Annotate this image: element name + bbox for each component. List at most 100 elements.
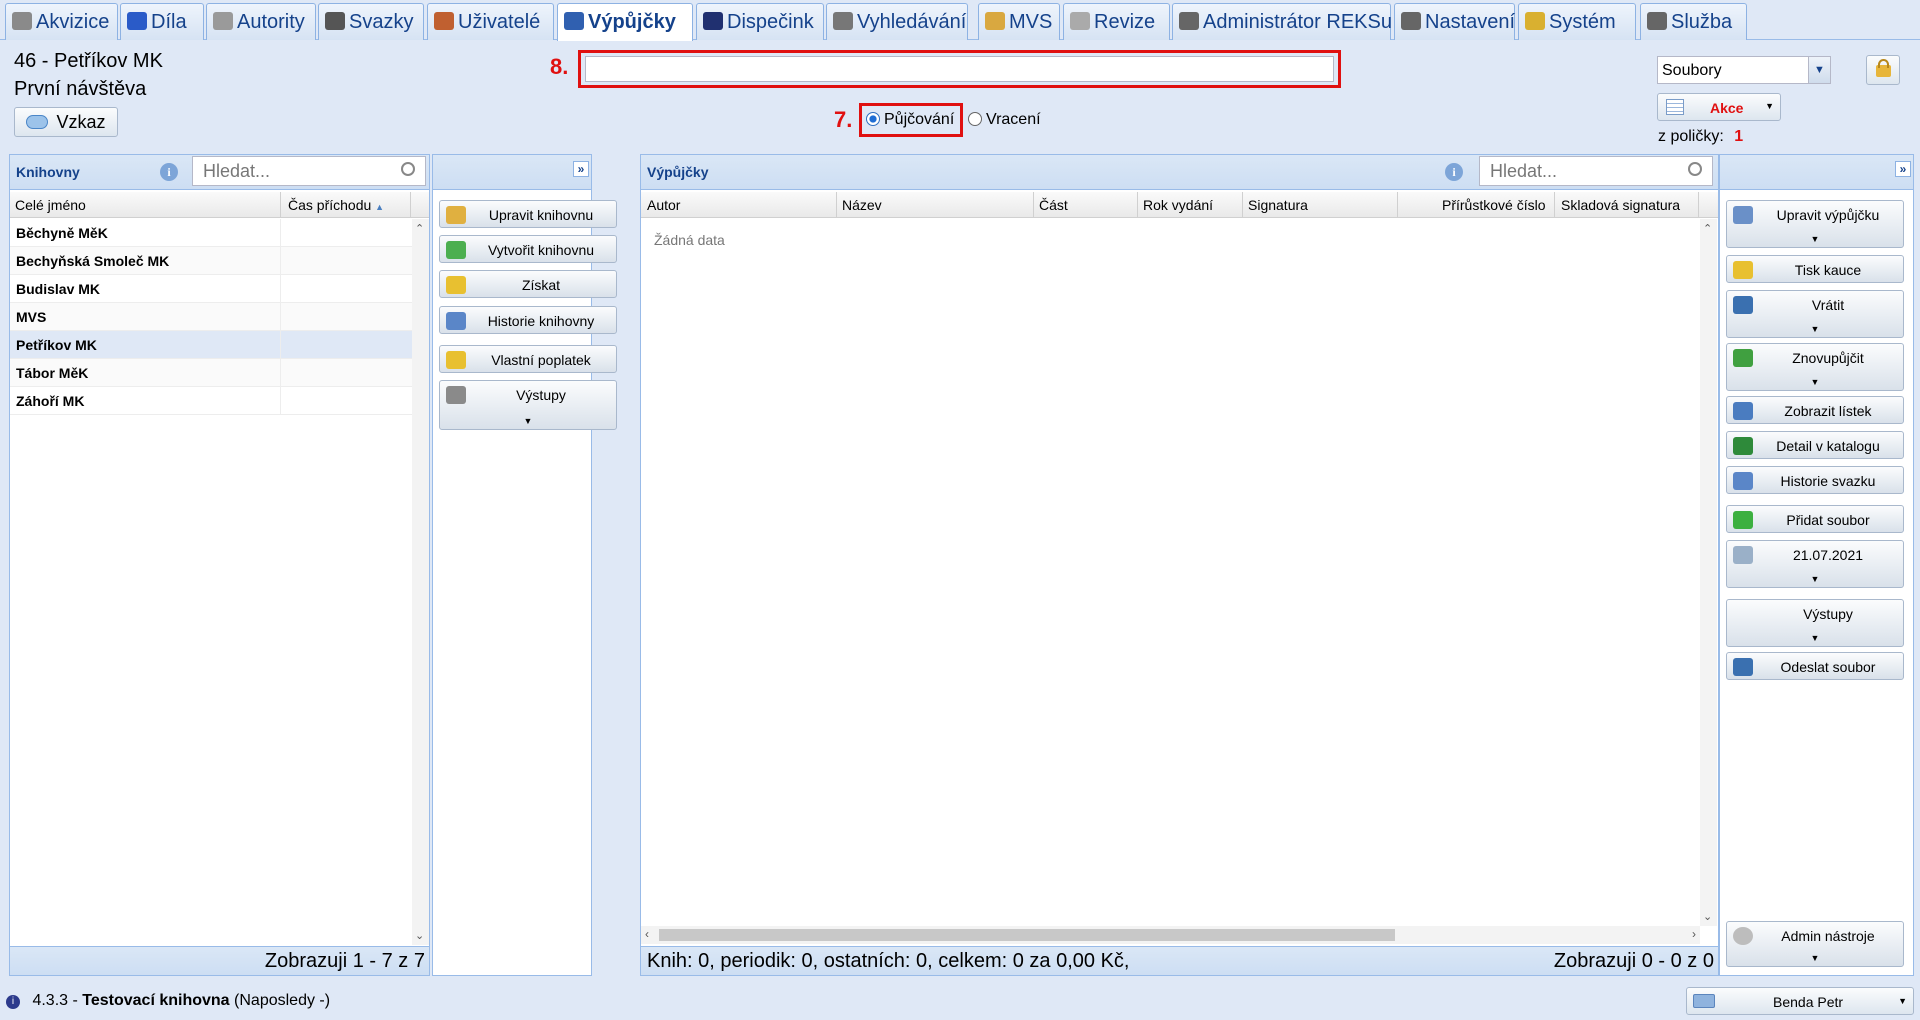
search-icon[interactable] <box>401 162 415 176</box>
library-row[interactable]: Běchyně MěK <box>10 219 412 247</box>
tab-nastavení[interactable]: Nastavení <box>1394 3 1515 40</box>
column-header[interactable]: Rok vydání <box>1143 197 1213 213</box>
vlastní-poplatek-button[interactable]: Vlastní poplatek <box>439 345 617 373</box>
plus-circle-icon <box>446 241 466 259</box>
tab-vyhledávání[interactable]: Vyhledávání <box>826 3 968 40</box>
historie-knihovny-button[interactable]: Historie knihovny <box>439 306 617 334</box>
library-row[interactable]: Bechyňská Smoleč MK <box>10 247 412 275</box>
tab-revize[interactable]: Revize <box>1063 3 1170 40</box>
tab-label: Revize <box>1094 11 1156 33</box>
scroll-right-icon[interactable]: › <box>1692 927 1696 941</box>
výstupy-button[interactable]: Výstupy ▼ <box>439 380 617 430</box>
odeslat-soubor-button[interactable]: Odeslat soubor <box>1726 652 1904 680</box>
tab-díla[interactable]: Díla <box>120 3 204 40</box>
scroll-down-icon[interactable]: ⌄ <box>1703 910 1712 923</box>
barcode-input[interactable] <box>585 56 1334 82</box>
collapse-right-icon[interactable]: » <box>573 161 589 177</box>
button-label: Přidat soubor <box>1786 512 1870 528</box>
button-label: Historie svazku <box>1780 473 1876 489</box>
hscroll-thumb[interactable] <box>659 929 1395 941</box>
tab-výpůjčky[interactable]: Výpůjčky <box>557 3 693 41</box>
card-icon <box>213 12 233 30</box>
button-label: 21.07.2021 <box>1792 547 1864 563</box>
libraries-search-placeholder: Hledat... <box>203 161 271 181</box>
tab-služba[interactable]: Služba <box>1640 3 1747 40</box>
column-arrival-time[interactable]: Čas příchodu ▲ <box>288 197 384 213</box>
scroll-left-icon[interactable]: ‹ <box>645 927 649 941</box>
chevron-down-icon: ▼ <box>1898 996 1907 1006</box>
actions-button-label: Akce <box>1710 100 1744 116</box>
library-row[interactable]: Budislav MK <box>10 275 412 303</box>
files-select[interactable]: Soubory ▼ <box>1657 56 1831 84</box>
tab-administrátor reksu[interactable]: Administrátor REKSu <box>1172 3 1392 40</box>
upravit-výpůjčku-button[interactable]: Upravit výpůjčku ▼ <box>1726 200 1904 248</box>
speech-bubble-icon <box>26 115 49 129</box>
annotation-8: 8. <box>550 54 569 79</box>
historie-svazku-button[interactable]: Historie svazku <box>1726 466 1904 494</box>
tab-systém[interactable]: Systém <box>1518 3 1636 40</box>
přidat-soubor-button[interactable]: Přidat soubor <box>1726 505 1904 533</box>
libraries-search-input[interactable]: Hledat... <box>192 156 426 186</box>
info-icon[interactable]: i <box>1445 163 1463 181</box>
search-icon[interactable] <box>1688 162 1702 176</box>
loans-search-input[interactable]: Hledat... <box>1479 156 1713 186</box>
detail-v-katalogu-button[interactable]: Detail v katalogu <box>1726 431 1904 459</box>
tab-svazky[interactable]: Svazky <box>318 3 424 40</box>
column-header[interactable]: Přírůstkové číslo <box>1442 197 1545 213</box>
column-full-name[interactable]: Celé jméno <box>15 197 86 213</box>
status-bar: i 4.3.3 - Testovací knihovna (Naposledy … <box>6 992 330 1010</box>
loans-vscrollbar[interactable]: ⌃ ⌄ <box>1700 219 1717 926</box>
info-icon: i <box>6 995 20 1009</box>
chevron-down-icon[interactable]: ▼ <box>1808 57 1830 83</box>
loans-grid-header: Autor Název Část Rok vydání Signatura Přírůst… <box>641 192 1718 218</box>
tab-uživatelé[interactable]: Uživatelé <box>427 3 554 40</box>
collapse-right-icon[interactable]: » <box>1895 161 1911 177</box>
user-icon <box>1693 994 1715 1008</box>
magnifier-icon <box>1733 546 1753 564</box>
scroll-up-icon[interactable]: ⌃ <box>415 222 424 235</box>
radio-lend[interactable]: Půjčování <box>866 111 954 129</box>
library-row[interactable]: Záhoří MK <box>10 387 412 415</box>
column-header[interactable]: Autor <box>647 197 680 213</box>
libraries-scrollbar[interactable]: ⌃ ⌄ <box>412 219 429 945</box>
radio-return[interactable]: Vracení <box>968 111 1041 129</box>
table-icon <box>1666 99 1684 115</box>
column-header[interactable]: Skladová signatura <box>1561 197 1680 213</box>
chevron-down-icon: ▼ <box>1810 633 1820 643</box>
získat-button[interactable]: Získat <box>439 270 617 298</box>
znovupůjčit-button[interactable]: Znovupůjčit ▼ <box>1726 343 1904 391</box>
book-icon <box>127 12 147 30</box>
tab-autority[interactable]: Autority <box>206 3 316 40</box>
info-icon[interactable]: i <box>160 163 178 181</box>
zobrazit-lístek-button[interactable]: Zobrazit lístek <box>1726 396 1904 424</box>
21-07-2021-button[interactable]: 21.07.2021 ▼ <box>1726 540 1904 588</box>
loans-footer: Knih: 0, periodik: 0, ostatních: 0, celk… <box>640 946 1719 976</box>
column-header[interactable]: Název <box>842 197 882 213</box>
tools-icon <box>1647 12 1667 30</box>
library-row[interactable]: MVS <box>10 303 412 331</box>
column-header[interactable]: Signatura <box>1248 197 1308 213</box>
scroll-up-icon[interactable]: ⌃ <box>1703 222 1712 235</box>
message-button[interactable]: Vzkaz <box>14 107 118 137</box>
user-menu-button[interactable]: Benda Petr ▼ <box>1686 987 1914 1015</box>
library-row[interactable]: Tábor MěK <box>10 359 412 387</box>
lock-button[interactable] <box>1866 55 1900 85</box>
button-label: Upravit výpůjčku <box>1776 207 1880 223</box>
button-label: Získat <box>521 277 561 293</box>
tab-mvs[interactable]: MVS <box>978 3 1060 40</box>
column-header[interactable]: Část <box>1039 197 1068 213</box>
upravit-knihovnu-button[interactable]: Upravit knihovnu <box>439 200 617 228</box>
tab-dispečink[interactable]: Dispečink <box>696 3 824 40</box>
vytvořit-knihovnu-button[interactable]: Vytvořit knihovnu <box>439 235 617 263</box>
loans-hscrollbar[interactable]: ‹ › <box>641 926 1700 944</box>
tisk-kauce-button[interactable]: Tisk kauce <box>1726 255 1904 283</box>
admin-tools-button[interactable]: Admin nástroje ▼ <box>1726 921 1904 967</box>
button-label: Znovupůjčit <box>1792 350 1864 366</box>
vrátit-button[interactable]: Vrátit ▼ <box>1726 290 1904 338</box>
actions-button[interactable]: Akce ▼ <box>1657 93 1781 121</box>
výstupy-button[interactable]: Výstupy ▼ <box>1726 599 1904 647</box>
tab-akvizice[interactable]: Akvizice <box>5 3 118 40</box>
pencil-icon <box>446 206 466 224</box>
library-row[interactable]: Petříkov MK <box>10 331 412 359</box>
scroll-down-icon[interactable]: ⌄ <box>415 929 424 942</box>
